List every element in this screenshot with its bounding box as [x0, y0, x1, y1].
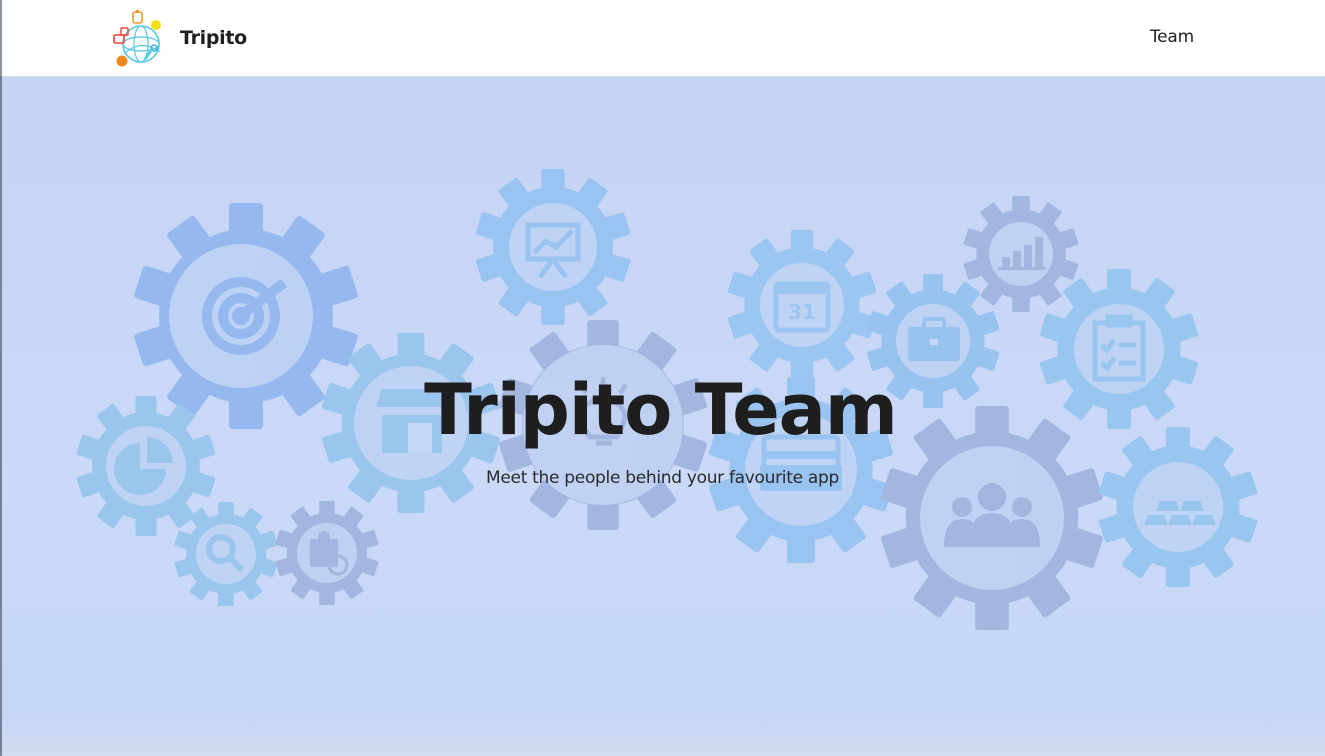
tripito-logo-icon	[113, 10, 161, 67]
hero-title: Tripito Team	[424, 369, 898, 451]
nav-link-team[interactable]: Team	[1150, 27, 1194, 47]
hero-subtitle: Meet the people behind your favourite ap…	[486, 468, 839, 488]
hero-section: 31 Tripito Team Meet the people behind y…	[0, 77, 1325, 756]
window-edge	[0, 0, 2, 756]
top-navbar: Tripito Team	[0, 0, 1325, 77]
brand-name: Tripito	[180, 27, 247, 49]
brand-home-link[interactable]: Tripito	[108, 8, 247, 68]
svg-text:31: 31	[788, 300, 816, 324]
